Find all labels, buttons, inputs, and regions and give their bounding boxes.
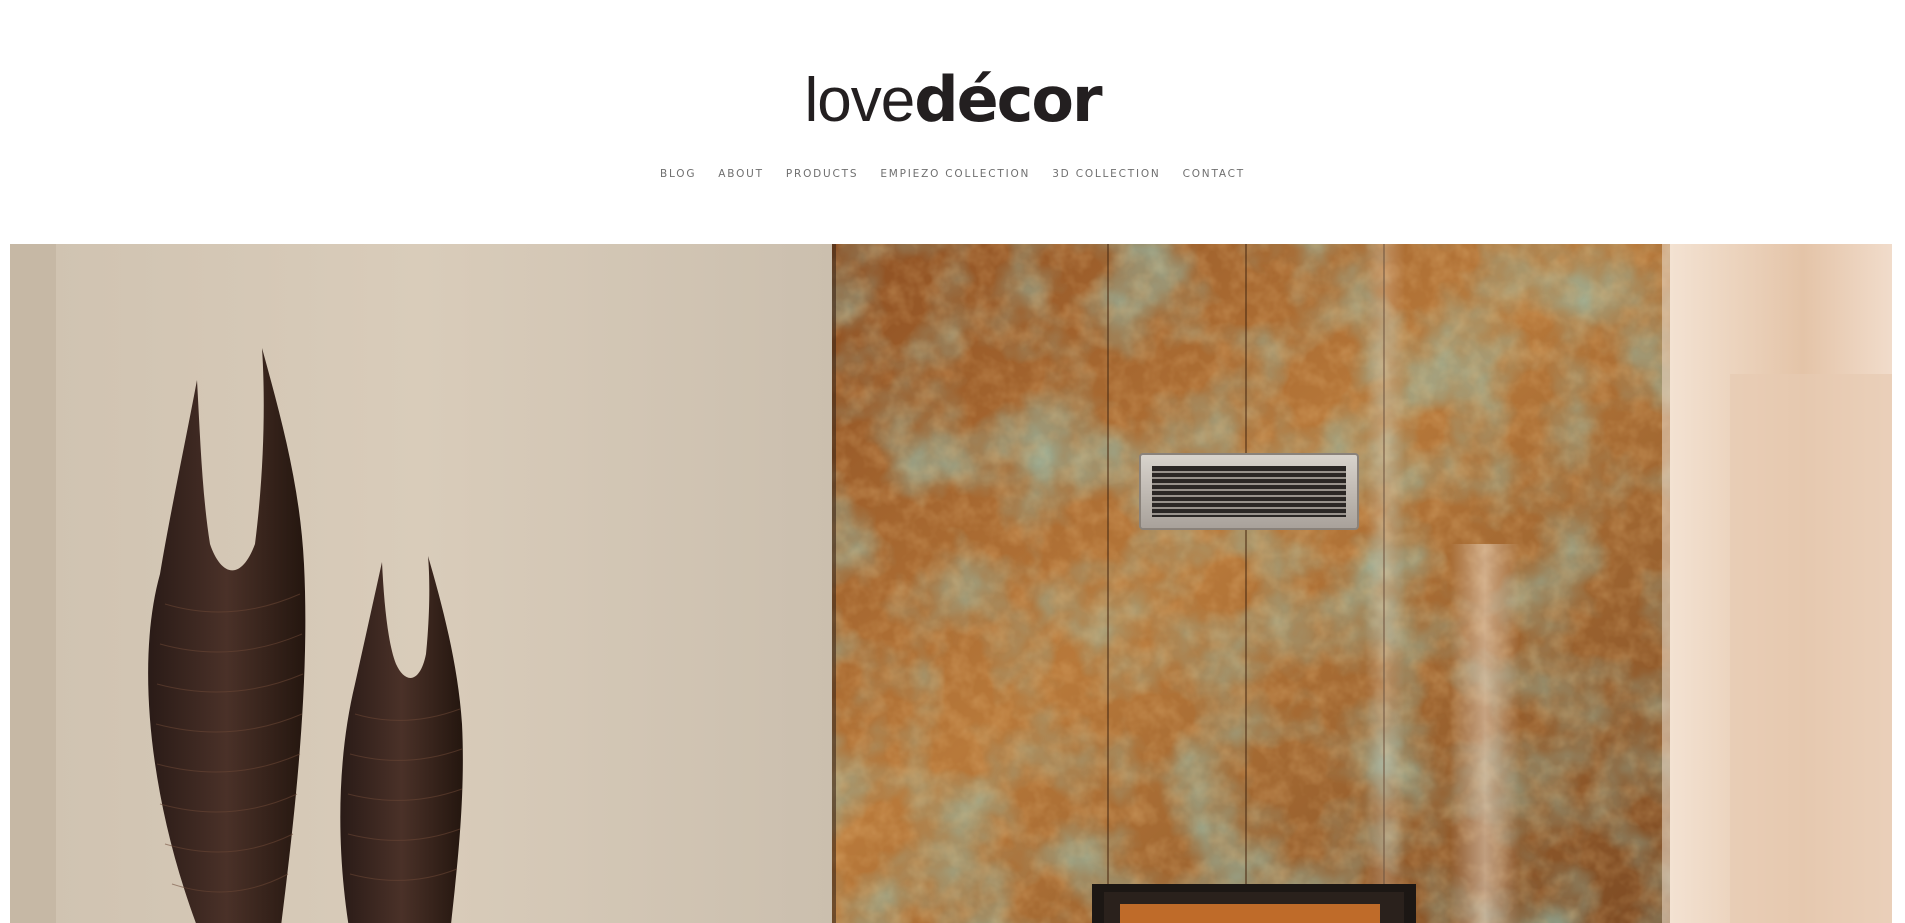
nav-products[interactable]: PRODUCTS bbox=[786, 166, 858, 182]
site-header: lovedécor BLOG ABOUT PRODUCTS EMPIEZO CO… bbox=[0, 0, 1905, 244]
fireplace-opening bbox=[1092, 884, 1416, 923]
air-vent bbox=[1139, 453, 1359, 530]
site-logo[interactable]: lovedécor bbox=[0, 62, 1905, 139]
logo-light-text: love bbox=[804, 66, 915, 135]
nav-blog[interactable]: BLOG bbox=[660, 166, 696, 182]
hero-illustration bbox=[10, 244, 1892, 923]
nav-empiezo-collection[interactable]: EMPIEZO COLLECTION bbox=[880, 166, 1030, 182]
hero-image bbox=[10, 244, 1892, 923]
nav-3d-collection[interactable]: 3D COLLECTION bbox=[1052, 166, 1160, 182]
nav-about[interactable]: ABOUT bbox=[718, 166, 764, 182]
nav-contact[interactable]: CONTACT bbox=[1183, 166, 1245, 182]
copper-chimney-panel bbox=[832, 244, 1670, 923]
main-navigation: BLOG ABOUT PRODUCTS EMPIEZO COLLECTION 3… bbox=[0, 166, 1905, 182]
logo-bold-text: décor bbox=[914, 63, 1102, 136]
